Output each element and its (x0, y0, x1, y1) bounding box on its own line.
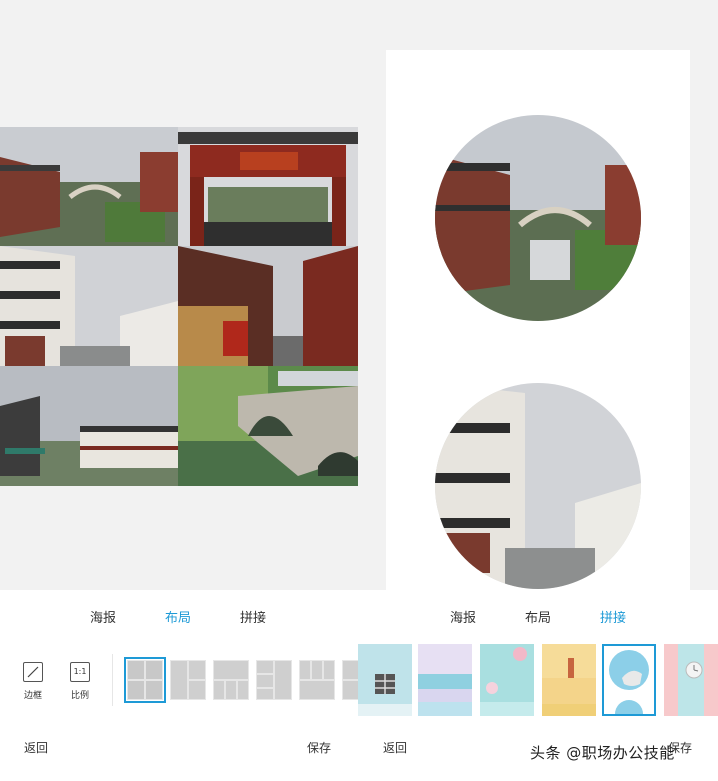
layout-option-grid-a[interactable] (170, 660, 206, 700)
tabs-row: 海报 布局 拼接 海报 布局 拼接 (0, 590, 718, 645)
ratio-tool-label: 比例 (70, 691, 89, 701)
template-circles[interactable] (602, 644, 656, 716)
layout-option-grid-2x2[interactable] (124, 657, 166, 703)
template-window[interactable] (358, 644, 412, 716)
left-save-button[interactable]: 保存 (307, 739, 331, 756)
layout-option-grid-d[interactable] (299, 660, 335, 700)
right-tab-poster[interactable]: 海报 (450, 607, 476, 626)
collage-photo-houses[interactable] (0, 366, 178, 486)
template-flowers[interactable] (480, 644, 534, 716)
collage-photo-gate[interactable] (178, 127, 358, 246)
right-back-button[interactable]: 返回 (383, 739, 407, 756)
layout-option-grid-b[interactable] (213, 660, 249, 700)
left-tab-splice[interactable]: 拼接 (240, 607, 266, 626)
right-canvas (386, 50, 690, 590)
collage-photo-canal-bridge[interactable] (0, 127, 178, 246)
watermark-text: 头条 @职场办公技能 (530, 744, 675, 762)
right-tab-layout[interactable]: 布局 (525, 607, 551, 626)
collage-photo-shops[interactable] (178, 246, 358, 366)
border-slash-icon (23, 662, 43, 682)
collage-photo-street[interactable] (0, 246, 178, 366)
tools-row: 边框 1:1 比例 (0, 644, 358, 716)
tools-divider (112, 654, 113, 706)
collage-photo-arch-bridge[interactable] (178, 366, 358, 486)
border-tool-label: 边框 (23, 691, 42, 701)
template-clock[interactable] (664, 644, 718, 716)
circle-photo-street[interactable] (435, 383, 641, 589)
ratio-icon: 1:1 (70, 662, 90, 682)
template-door[interactable] (542, 644, 596, 716)
layout-option-grid-e[interactable] (342, 660, 358, 700)
right-tab-splice[interactable]: 拼接 (600, 607, 626, 626)
border-tool[interactable]: 边框 (17, 662, 49, 701)
layout-option-grid-c[interactable] (256, 660, 292, 700)
template-strip (358, 644, 718, 716)
left-tab-poster[interactable]: 海报 (90, 607, 116, 626)
circle-photo-canal[interactable] (435, 115, 641, 321)
template-sea[interactable] (418, 644, 472, 716)
left-back-button[interactable]: 返回 (24, 739, 48, 756)
ratio-tool[interactable]: 1:1 比例 (64, 662, 96, 701)
left-tab-layout[interactable]: 布局 (165, 607, 191, 626)
photo-collage[interactable] (0, 127, 358, 486)
